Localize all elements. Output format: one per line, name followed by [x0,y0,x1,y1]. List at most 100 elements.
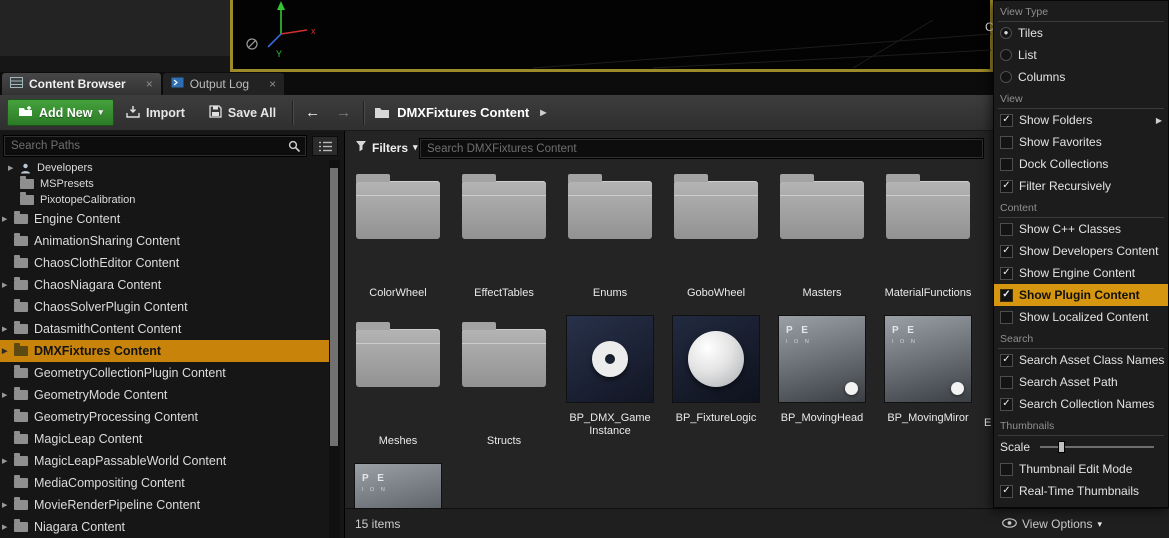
close-icon[interactable]: × [146,77,153,91]
tree-item-engine-content[interactable]: ▶ Engine Content [0,208,329,230]
menu-section-search: Search [998,328,1164,349]
close-icon[interactable]: × [269,77,276,91]
slider-handle[interactable] [1058,441,1065,453]
menu-item-columns[interactable]: Columns [994,66,1168,88]
menu-item-show-localized-content[interactable]: Show Localized Content [994,306,1168,328]
breadcrumb[interactable]: DMXFixtures Content ▶ [374,105,546,121]
tree-item-animationsharing-content[interactable]: AnimationSharing Content [0,230,329,252]
tree-item-geometrycollectionplugin-content[interactable]: GeometryCollectionPlugin Content [0,362,329,384]
view-options-button[interactable]: View Options ▾ [1002,517,1102,531]
asset-tile-bp-dmx-gameinstance[interactable]: BP_DMX_Game Instance [562,313,658,461]
tree-item-datasmithcontent-content[interactable]: ▶ DatasmithContent Content [0,318,329,340]
folder-tile-effecttables[interactable]: EffectTables [456,165,552,313]
tree-scrollbar[interactable] [329,160,340,538]
menu-item-dock-collections[interactable]: Dock Collections [994,153,1168,175]
tree-item-mspresets[interactable]: MSPresets [0,176,329,192]
menu-item-thumbnail-edit-mode[interactable]: Thumbnail Edit Mode [994,458,1168,480]
tree-item-label: MovieRenderPipeline Content [34,498,200,512]
asset-tile-partially-visible[interactable]: P E I O N [350,461,446,508]
tree-item-chaosclotheditor-content[interactable]: ChaosClothEditor Content [0,252,329,274]
expander-icon[interactable]: ▶ [2,523,14,531]
scrollbar-thumb[interactable] [330,168,338,446]
tree-item-label: PixotopeCalibration [40,194,135,206]
tree-item-chaosniagara-content[interactable]: ▶ ChaosNiagara Content [0,274,329,296]
tree-item-developers[interactable]: ▶ Developers [0,160,329,176]
folder-tile-colorwheel[interactable]: ColorWheel [350,165,446,313]
content-browser-footer: 15 items View Options ▾ [345,508,1169,538]
expander-icon[interactable]: ▶ [2,391,14,399]
tile-label: BP_MovingHead [774,412,870,425]
sources-view-toggle-button[interactable] [312,136,338,156]
folder-tile-materialfunctions[interactable]: MaterialFunctions [880,165,976,313]
expander-icon[interactable]: ▶ [2,215,14,223]
menu-item-label: Filter Recursively [1019,179,1111,193]
menu-item-show-favorites[interactable]: Show Favorites [994,131,1168,153]
menu-item-tiles[interactable]: ● Tiles [994,22,1168,44]
tree-item-chaossolverplugin-content[interactable]: ChaosSolverPlugin Content [0,296,329,318]
expander-icon[interactable]: ▶ [2,501,14,509]
item-count: 15 items [355,517,400,531]
tree-item-geometrymode-content[interactable]: ▶ GeometryMode Content [0,384,329,406]
menu-item-label: Columns [1018,70,1065,84]
expander-icon[interactable]: ▶ [2,325,14,333]
tile-label: GoboWheel [668,287,764,300]
tree-item-mediacompositing-content[interactable]: MediaCompositing Content [0,472,329,494]
menu-item-show-plugin-content[interactable]: ✓ Show Plugin Content [994,284,1168,306]
expander-icon[interactable]: ▶ [2,457,14,465]
menu-item-filter-recursively[interactable]: ✓ Filter Recursively [994,175,1168,197]
menu-item-real-time-thumbnails[interactable]: ✓ Real-Time Thumbnails [994,480,1168,502]
folder-tile-masters[interactable]: Masters [774,165,870,313]
import-button[interactable]: Import [114,98,197,128]
tree-item-dmxfixtures-content[interactable]: ▶ DMXFixtures Content [0,340,329,362]
asset-search-input[interactable] [421,140,982,157]
thumbnail-scale-slider[interactable] [1040,446,1154,448]
menu-item-label: Dock Collections [1019,157,1108,171]
expander-icon[interactable]: ▶ [2,281,14,289]
forward-button[interactable]: → [328,104,359,121]
folder-icon [14,522,28,532]
clipped-tile-label: E [984,417,991,429]
asset-tile-bp-movingmiror[interactable]: P E I O N BP_MovingMiror [880,313,976,461]
menu-item-search-asset-path[interactable]: Search Asset Path [994,371,1168,393]
folder-icon [356,329,440,387]
tab-content-browser[interactable]: Content Browser × [2,73,161,95]
list-icon [319,141,332,152]
add-new-button[interactable]: Add New ▾ [7,99,114,126]
menu-item-label: Show Plugin Content [1019,288,1140,302]
tree-item-pixotopecalibration[interactable]: PixotopeCalibration [0,192,329,208]
tab-output-log[interactable]: Output Log × [163,73,284,95]
menu-item-search-collection-names[interactable]: ✓ Search Collection Names [994,393,1168,415]
checkbox-icon: ✓ [1000,180,1013,193]
back-button[interactable]: ← [297,104,328,121]
save-all-button[interactable]: Save All [197,98,288,128]
tree-item-movierenderpipeline-content[interactable]: ▶ MovieRenderPipeline Content [0,494,329,516]
tree-item-magicleap-content[interactable]: MagicLeap Content [0,428,329,450]
menu-item-list[interactable]: List [994,44,1168,66]
menu-item-search-asset-class-names[interactable]: ✓ Search Asset Class Names [994,349,1168,371]
checkbox-icon: ✓ [1000,398,1013,411]
blueprint-thumbnail: P E I O N [778,315,866,403]
tree-item-magicleappassableworld-content[interactable]: ▶ MagicLeapPassableWorld Content [0,450,329,472]
checkbox-icon: ✓ [1000,245,1013,258]
menu-item-show-developers-content[interactable]: ✓ Show Developers Content [994,240,1168,262]
menu-item-show-folders[interactable]: ✓ Show Folders ▶ [994,109,1168,131]
checkbox-icon: ✓ [1000,485,1013,498]
asset-tile-bp-fixturelogic[interactable]: BP_FixtureLogic [668,313,764,461]
filters-button[interactable]: Filters ▾ [355,140,418,155]
tile-label: EffectTables [456,287,552,300]
folder-tile-gobowheel[interactable]: GoboWheel [668,165,764,313]
expander-icon[interactable]: ▶ [8,164,20,172]
expander-icon[interactable]: ▶ [2,347,14,355]
menu-item-show-cpp-classes[interactable]: Show C++ Classes [994,218,1168,240]
search-paths-input[interactable] [5,137,305,155]
tree-item-niagara-content[interactable]: ▶ Niagara Content [0,516,329,538]
folder-tile-enums[interactable]: Enums [562,165,658,313]
menu-item-show-engine-content[interactable]: ✓ Show Engine Content [994,262,1168,284]
chevron-right-icon[interactable]: ▶ [540,108,546,117]
level-viewport[interactable]: x Y C [230,0,993,72]
folder-icon [374,105,390,121]
folder-tile-structs[interactable]: Structs [456,313,552,461]
folder-tile-meshes[interactable]: Meshes [350,313,446,461]
asset-tile-bp-movinghead[interactable]: P E I O N BP_MovingHead [774,313,870,461]
tree-item-geometryprocessing-content[interactable]: GeometryProcessing Content [0,406,329,428]
